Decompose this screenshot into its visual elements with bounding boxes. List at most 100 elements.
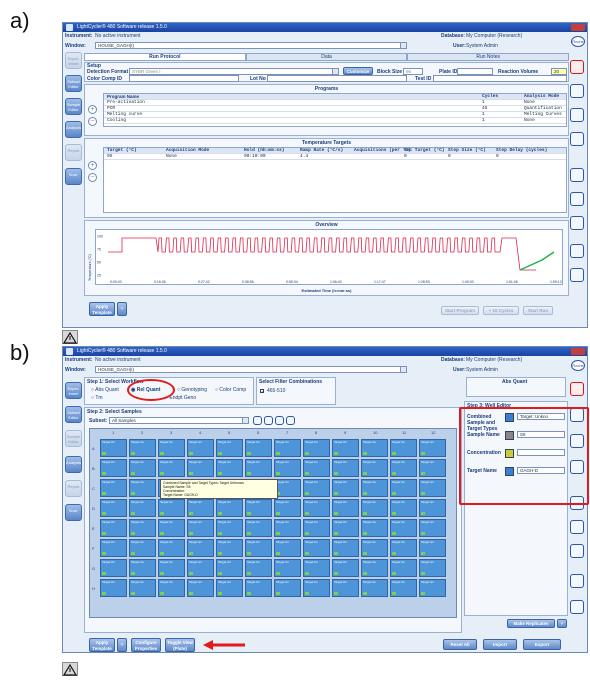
nav-analysis[interactable]: Analysis [65, 121, 82, 138]
nav-sample-editor[interactable]: Sample Editor [65, 430, 82, 447]
warning-icon[interactable] [62, 330, 78, 344]
plate-column-header[interactable]: 5 [257, 430, 259, 435]
plate-well[interactable]: Target Un [158, 579, 185, 597]
plate-well[interactable]: Target Un [100, 459, 127, 477]
plate-well[interactable]: Target Un [187, 459, 214, 477]
plate-well[interactable]: Target Un [187, 559, 214, 577]
apply-template-button[interactable]: Apply Template [89, 638, 115, 652]
plate-well[interactable]: Target Un [245, 459, 272, 477]
save-icon[interactable] [570, 168, 584, 182]
plate-well[interactable]: Target Un [158, 499, 185, 517]
plate-column-header[interactable]: 7 [286, 430, 288, 435]
start-run-button[interactable]: Start Run [523, 306, 553, 315]
plate-well[interactable]: Target Un [129, 439, 156, 457]
apply-template-button[interactable]: Apply Template [89, 302, 115, 316]
plate-well[interactable]: Target Un [129, 559, 156, 577]
plate-well[interactable]: Target Un [419, 479, 446, 497]
plate-well[interactable]: Target Un [390, 559, 417, 577]
plate-well[interactable]: Target Un [303, 559, 330, 577]
plate-well[interactable]: Target Un [274, 479, 301, 497]
plate-well[interactable]: Target Un [216, 559, 243, 577]
plate-well[interactable]: Target Un [361, 499, 388, 517]
export-icon[interactable] [570, 520, 584, 534]
nav-sample-editor[interactable]: Sample Editor [65, 98, 82, 115]
workflow-genotyping[interactable]: ○ Genotyping [177, 387, 207, 393]
plate-well[interactable]: Target Un [216, 499, 243, 517]
filter-checkbox[interactable]: ✓ [260, 389, 264, 394]
plate-well[interactable]: Target Un [245, 539, 272, 557]
plate-well[interactable]: Target Un [274, 499, 301, 517]
plate-well[interactable]: Target Un [129, 579, 156, 597]
plate-well[interactable]: Target Un [245, 519, 272, 537]
workflow-abs-quant[interactable]: ○ Abs Quant [91, 387, 119, 393]
nav-subset-editor[interactable]: Subset Editor [65, 406, 82, 423]
plate-well[interactable]: Target Un [216, 459, 243, 477]
plate-well[interactable]: Target Un [390, 459, 417, 477]
plate-well[interactable]: Target Un [419, 459, 446, 477]
tools-icon[interactable] [570, 268, 584, 282]
plate-well[interactable]: Target Un [332, 459, 359, 477]
plate-id-field[interactable] [457, 68, 493, 75]
plate-well[interactable]: Target Un [332, 579, 359, 597]
plate-well[interactable]: Target Un [274, 459, 301, 477]
targets-cell[interactable]: 0 [448, 154, 451, 160]
plate-well[interactable]: Target Un [419, 559, 446, 577]
plate-well[interactable]: Target Un [245, 559, 272, 577]
plate-well[interactable]: Target Un [303, 579, 330, 597]
plate-well[interactable]: Target Un [390, 539, 417, 557]
make-replicates-button[interactable]: Make Replicates [507, 619, 555, 628]
plate-well[interactable]: Target Un [274, 519, 301, 537]
plate-row-header[interactable]: C [92, 486, 95, 491]
export-icon[interactable] [570, 192, 584, 206]
plate-well[interactable]: Target Un [100, 439, 127, 457]
tab-data[interactable]: Data [245, 53, 408, 61]
plate-row-header[interactable]: E [92, 526, 95, 531]
targets-cell[interactable]: 0 [496, 154, 499, 160]
plate-column-header[interactable]: 8 [315, 430, 317, 435]
plate-well[interactable]: Target Un [332, 479, 359, 497]
detection-format-select[interactable]: SYBR Green I [129, 68, 339, 75]
plate-well[interactable]: Target Un [274, 559, 301, 577]
toggle-view-button[interactable]: Toggle View (Plate) [165, 638, 195, 652]
zoom-in-icon[interactable] [264, 416, 273, 425]
add-program-button[interactable]: + [88, 105, 97, 114]
search-icon[interactable] [286, 416, 295, 425]
plate-well[interactable]: Target Un [245, 439, 272, 457]
plate-well[interactable]: Target Un [129, 479, 156, 497]
plate-row-header[interactable]: A [92, 446, 95, 451]
plate-well[interactable]: Target Un [100, 499, 127, 517]
plate-column-header[interactable]: 11 [402, 430, 406, 435]
nav-subset-editor[interactable]: Subset Editor [65, 75, 82, 92]
plate-well[interactable]: Target Un [390, 479, 417, 497]
import-button[interactable]: Import [483, 639, 517, 650]
plate-well[interactable]: Target Un [158, 439, 185, 457]
plate-well[interactable]: Target Un [419, 499, 446, 517]
customize-button[interactable]: Customize [343, 67, 373, 75]
plate-column-header[interactable]: 5 [228, 430, 230, 435]
plate-well[interactable]: Target Un [216, 539, 243, 557]
plate-well[interactable]: Target Un [100, 559, 127, 577]
plate-well[interactable]: Target Un [361, 519, 388, 537]
plate-well[interactable]: Target Un [158, 559, 185, 577]
plate-well[interactable]: Target Un [187, 539, 214, 557]
window-select[interactable]: HOUSE_GAGH(I) [95, 42, 407, 49]
plate-well[interactable]: Target Un [332, 439, 359, 457]
add-10-cycles-button[interactable]: + 10 Cycles [483, 306, 519, 315]
plate-well[interactable]: Target Un [100, 579, 127, 597]
plate-well[interactable]: Target Un [390, 499, 417, 517]
plate-well[interactable]: Target Un [303, 499, 330, 517]
plate-well[interactable]: Target Un [361, 559, 388, 577]
plate-well[interactable]: Target Un [332, 519, 359, 537]
targets-cell[interactable]: None [166, 154, 177, 160]
print-icon[interactable] [570, 574, 584, 588]
plate-row-header[interactable]: F [92, 546, 94, 551]
program-analysis-mode[interactable]: None [524, 118, 535, 124]
plate-well[interactable]: Target Un [274, 579, 301, 597]
nav-report[interactable]: Report [65, 144, 82, 161]
plate-well[interactable]: Target Un [158, 519, 185, 537]
configure-properties-button[interactable]: Configure Properties [131, 638, 161, 652]
plate-well[interactable]: Target Un [390, 519, 417, 537]
targets-cell[interactable]: 95 [107, 154, 112, 160]
nav-sum[interactable]: Sum. [65, 168, 82, 185]
remove-program-button[interactable]: − [88, 117, 97, 126]
